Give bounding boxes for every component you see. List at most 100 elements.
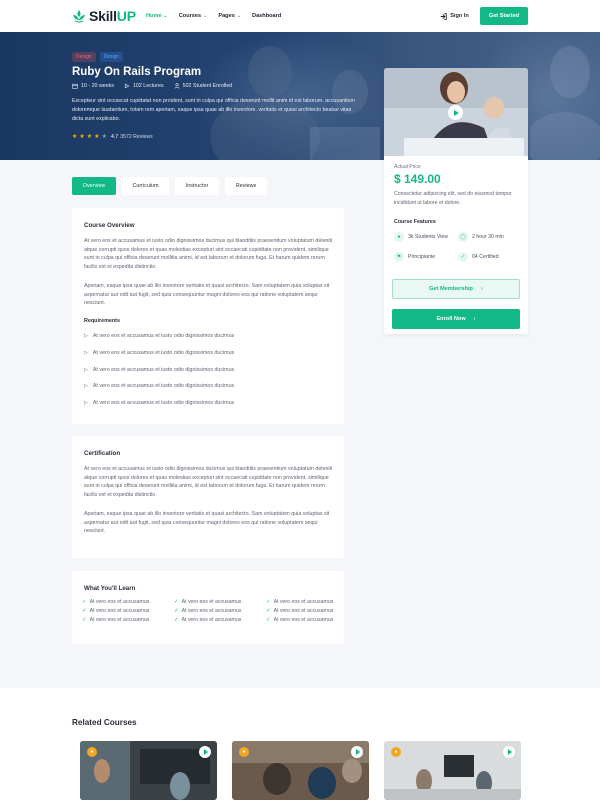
logo[interactable]: SkillUP	[72, 8, 144, 24]
arrow-right-icon: ▷	[84, 367, 88, 373]
sign-in-icon	[440, 12, 447, 20]
course-tags: Design Design	[72, 52, 124, 62]
learn-text: At vero eos et accusamus	[89, 608, 150, 614]
tab-reviews[interactable]: Reviews	[225, 177, 267, 195]
course-meta: 10 - 20 weeks 102 Lectures 502 Student E…	[72, 83, 232, 89]
learn-text: At vero eos et accusamus	[89, 599, 150, 605]
lock-icon: ●	[87, 747, 97, 757]
requirement-item: ▷ At vero eos et accusamus et iusto odio …	[84, 333, 234, 339]
feature-label: 2 hour 30 min	[472, 234, 504, 240]
logo-text-part2: UP	[116, 8, 136, 24]
menu-item-home[interactable]: Home ⌄	[146, 13, 168, 19]
chevron-right-icon: ›	[480, 286, 483, 292]
calendar-icon	[72, 83, 78, 89]
play-video-button[interactable]	[448, 105, 463, 120]
tag-badge[interactable]: Design	[99, 52, 124, 62]
certification-card: Certification At vero eos et accusamus e…	[72, 436, 344, 558]
play-video-button[interactable]	[351, 746, 363, 758]
menu-item-label: Dashboard	[252, 13, 282, 19]
play-video-button[interactable]	[503, 746, 515, 758]
overview-title: Course Overview	[84, 222, 135, 229]
course-tabs: Overview Curriculum Instructor Reviews	[72, 177, 267, 195]
play-video-button[interactable]	[199, 746, 211, 758]
course-description: Excepteur sint occaecat cupidatat non pr…	[72, 98, 355, 122]
requirement-item: ▷ At vero eos et accusamus et iusto odio …	[84, 367, 234, 373]
students-meta: 502 Student Enrolled	[174, 83, 232, 89]
tag-badge[interactable]: Design	[72, 52, 96, 62]
duration-meta: 10 - 20 weeks	[72, 83, 114, 89]
learn-item: ✓ At vero eos et accusamus	[266, 599, 358, 605]
play-icon	[355, 749, 360, 755]
arrow-right-icon: ▷	[84, 333, 88, 339]
learn-item: ✓ At vero eos et accusamus	[82, 608, 174, 614]
requirement-text: At vero eos et accusamus et iusto odio d…	[92, 350, 235, 356]
check-icon: ✓	[266, 608, 271, 614]
lock-icon: ●	[391, 747, 401, 757]
logo-icon	[73, 10, 85, 23]
certification-paragraph: Aperiam, eaque ipsa quae ab illo invento…	[84, 511, 330, 534]
user-icon	[174, 83, 180, 89]
get-membership-button[interactable]: Get Membership ›	[392, 279, 520, 299]
hero-people-silhouette-right	[530, 46, 600, 160]
requirement-item: ▷ At vero eos et accusamus et iusto odio …	[84, 350, 234, 356]
certification-title: Certification	[84, 450, 121, 457]
feature-label: Principiante	[408, 254, 436, 260]
menu-item-pages[interactable]: Pages ⌄	[218, 13, 241, 19]
duration-text: 10 - 20 weeks	[81, 83, 114, 89]
related-course-card[interactable]: ●	[232, 741, 369, 800]
course-overview-card: Course Overview At vero eos et accusamus…	[72, 208, 344, 424]
related-course-card[interactable]: ●	[80, 741, 217, 800]
menu-item-courses[interactable]: Courses ⌄	[179, 13, 208, 19]
tab-curriculum[interactable]: Curriculum	[122, 177, 169, 195]
check-icon: ✓	[266, 617, 271, 623]
course-purchase-card: Actual Price $ 149.00 Consectetur adipis…	[384, 68, 528, 334]
learn-text: At vero eos et accusamus	[181, 617, 242, 623]
related-title: Related Courses	[72, 718, 137, 727]
learn-item: ✓ At vero eos et accusamus	[174, 617, 266, 623]
requirement-text: At vero eos et accusamus et iusto odio d…	[92, 383, 235, 389]
students-icon: ●	[394, 232, 404, 242]
course-image	[384, 741, 521, 800]
requirement-text: At vero eos et accusamus et iusto odio d…	[92, 333, 235, 339]
arrow-right-icon: ▷	[84, 350, 88, 356]
what-you-learn-card: What You'll Learn ✓ At vero eos et accusa…	[72, 571, 344, 644]
course-preview-thumbnail[interactable]	[384, 68, 528, 156]
features-title: Course Features	[394, 219, 436, 225]
tab-overview[interactable]: Overview	[72, 177, 116, 195]
learn-text: At vero eos et accusamus	[181, 599, 242, 605]
feature-level: ⚑ Principiante	[394, 252, 435, 262]
menu-item-label: Home	[146, 13, 162, 19]
check-icon: ✓	[174, 599, 179, 605]
price-description: Consectetur adipiscing elit, sed do eius…	[394, 191, 512, 206]
course-title: Ruby On Rails Program	[72, 66, 202, 78]
feature-label: 3k Students View	[408, 234, 448, 240]
top-navbar: SkillUP Home ⌄ Courses ⌄ Pages ⌄ Dashboard …	[0, 0, 600, 32]
get-started-button[interactable]: Get Started	[479, 7, 528, 25]
course-rating: ★ ★ ★ ★ ★ 4.7 3572 Reviews	[72, 133, 153, 141]
course-image	[80, 741, 217, 800]
overview-paragraph: At vero eos et accusamus et iusto odio d…	[84, 238, 333, 270]
check-icon: ✓	[82, 617, 87, 623]
learn-text: At vero eos et accusamus	[89, 617, 150, 623]
sign-in-link[interactable]: Sign In	[440, 12, 469, 20]
feature-certified: ✓ 04 Certified	[458, 252, 499, 262]
certificate-icon: ✓	[458, 252, 468, 262]
menu-item-label: Pages	[218, 13, 235, 19]
course-image	[232, 741, 369, 800]
membership-label: Get Membership	[429, 286, 473, 292]
main-menu: Home ⌄ Courses ⌄ Pages ⌄ Dashboard	[146, 13, 281, 19]
enroll-now-button[interactable]: Enroll Now ›	[392, 309, 520, 329]
learn-list: ✓ At vero eos et accusamus ✓ At vero eos e…	[82, 599, 358, 623]
learn-text: At vero eos et accusamus	[273, 608, 334, 614]
check-icon: ✓	[266, 599, 271, 605]
requirements-title: Requirements	[84, 318, 120, 324]
reviews-count: 3572 Reviews	[120, 133, 153, 140]
menu-item-dashboard[interactable]: Dashboard	[252, 13, 281, 19]
star-icon: ★	[86, 134, 93, 140]
requirement-text: At vero eos et accusamus et iusto odio d…	[92, 367, 235, 373]
tab-instructor[interactable]: Instructor	[175, 177, 219, 195]
check-icon: ✓	[174, 608, 179, 614]
arrow-right-icon: ▷	[84, 383, 88, 389]
learn-text: At vero eos et accusamus	[273, 617, 334, 623]
related-course-card[interactable]: ●	[384, 741, 521, 800]
